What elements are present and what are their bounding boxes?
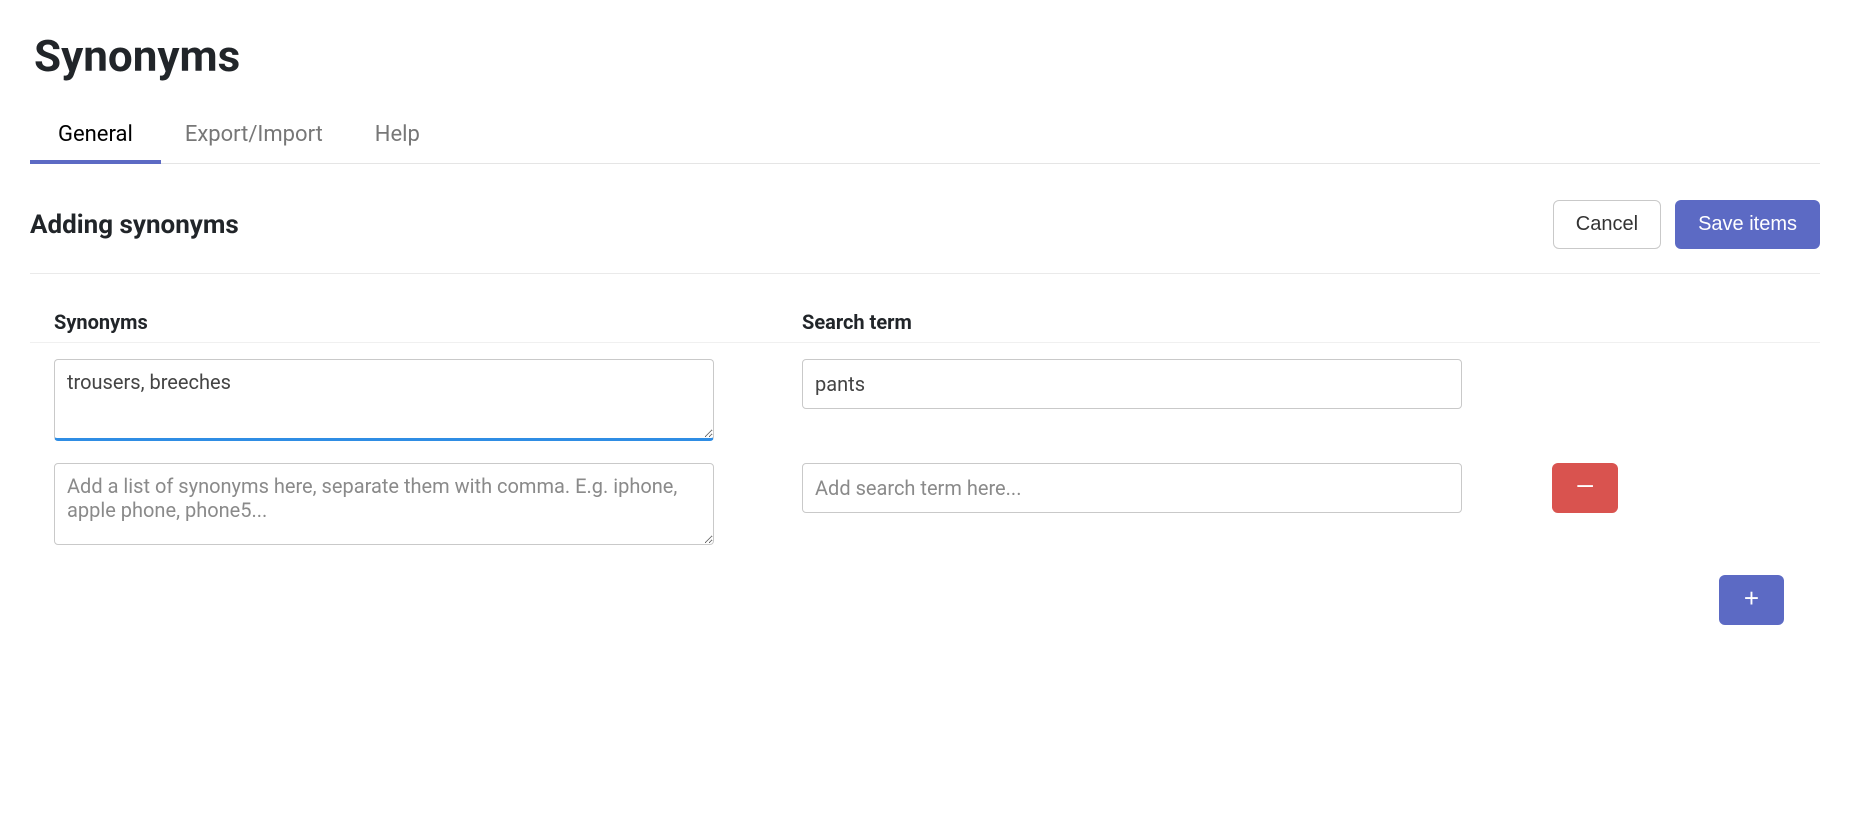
add-row-button[interactable]: + — [1719, 575, 1784, 625]
synonym-row — [30, 355, 1820, 459]
tab-help[interactable]: Help — [375, 112, 420, 163]
section-header: Adding synonyms Cancel Save items — [30, 164, 1820, 274]
tabs: General Export/Import Help — [30, 112, 1820, 164]
search-term-input[interactable] — [802, 463, 1462, 513]
cancel-button[interactable]: Cancel — [1553, 200, 1661, 249]
synonyms-input[interactable] — [54, 359, 714, 441]
synonym-row: – — [30, 459, 1820, 563]
search-term-column-label: Search term — [802, 310, 1462, 334]
column-headers: Synonyms Search term — [54, 310, 1820, 334]
synonyms-column-label: Synonyms — [54, 310, 754, 334]
search-term-input[interactable] — [802, 359, 1462, 409]
rows-container: – — [30, 342, 1820, 563]
remove-row-button[interactable]: – — [1552, 463, 1618, 513]
action-buttons: Cancel Save items — [1553, 200, 1820, 249]
tab-export-import[interactable]: Export/Import — [185, 112, 323, 163]
page-title: Synonyms — [34, 30, 1820, 82]
save-button[interactable]: Save items — [1675, 200, 1820, 249]
section-heading: Adding synonyms — [30, 210, 239, 240]
synonyms-input[interactable] — [54, 463, 714, 545]
tab-general[interactable]: General — [58, 112, 133, 163]
